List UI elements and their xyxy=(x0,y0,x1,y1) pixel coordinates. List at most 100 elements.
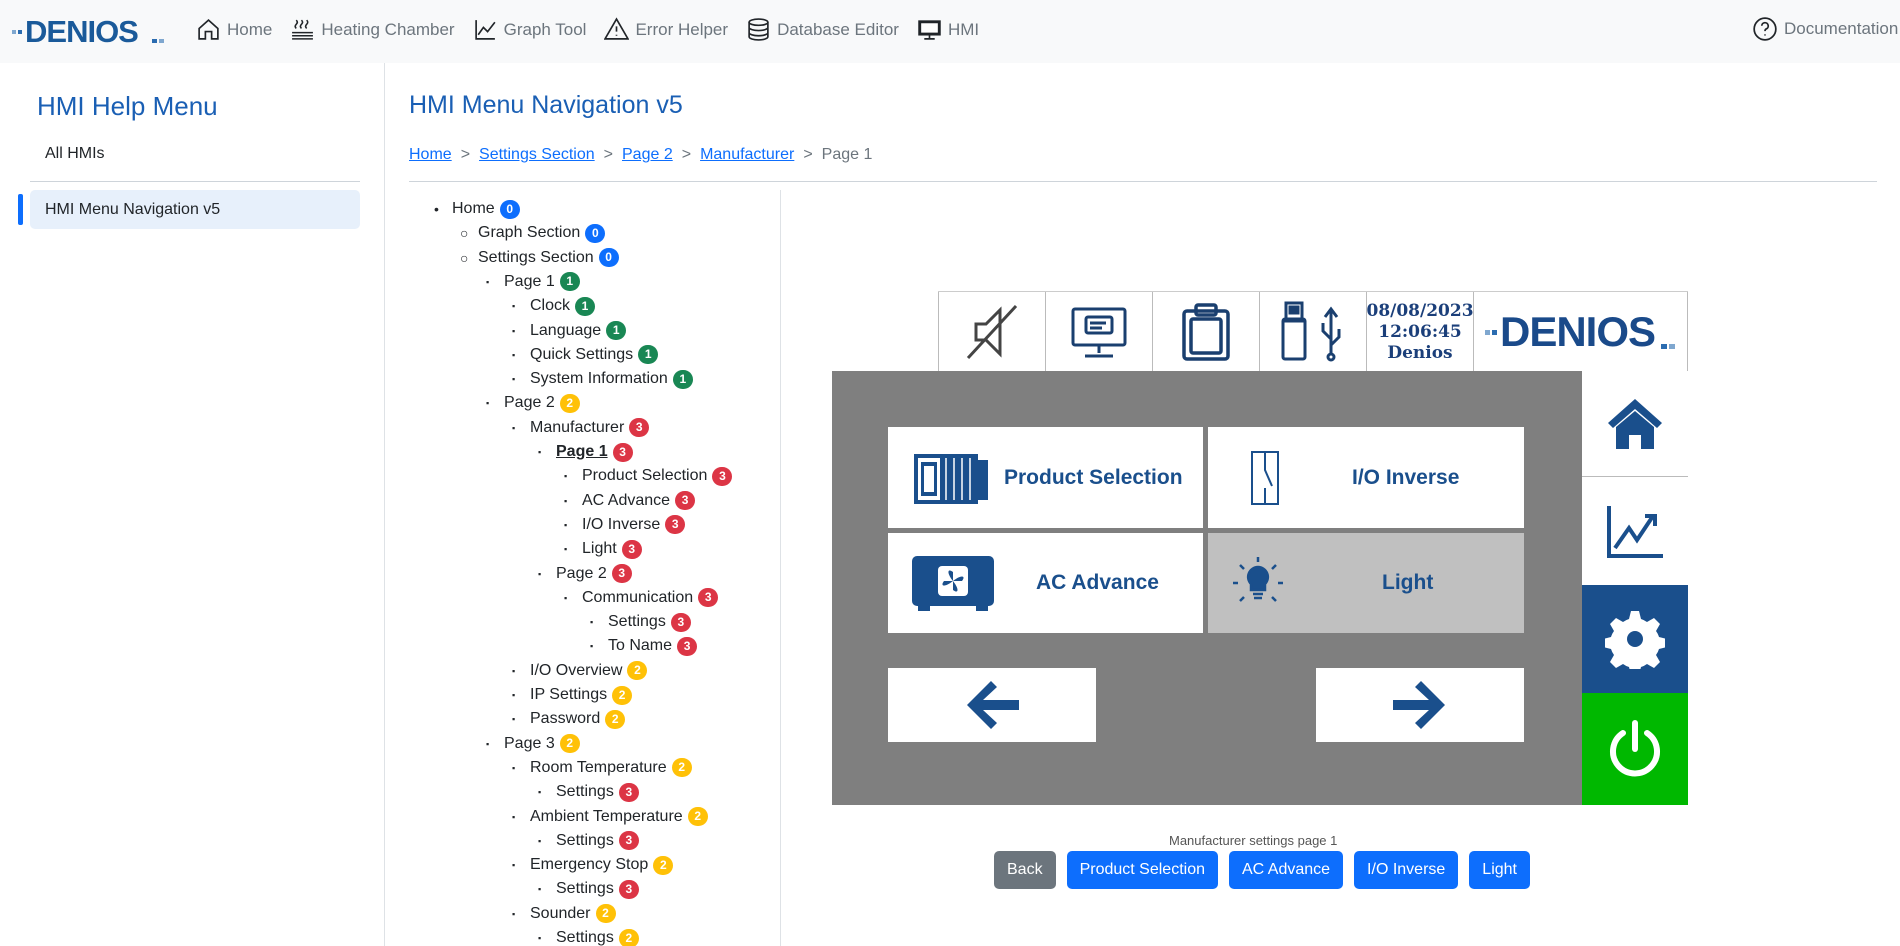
tree-item[interactable]: • Home 0 xyxy=(434,198,520,220)
tree-item[interactable]: ○ Graph Section 0 xyxy=(460,222,606,244)
tree-item[interactable]: ▪ Communication 3 xyxy=(564,587,719,609)
chart-trend-icon xyxy=(1607,506,1663,558)
tree-bullet: ▪ xyxy=(512,690,516,700)
sidebar-item-hmi-menu-navigation[interactable]: HMI Menu Navigation v5 xyxy=(30,190,360,229)
tree-bullet: ▪ xyxy=(564,544,568,555)
tree-item[interactable]: ▪ To Name 3 xyxy=(590,635,698,657)
tree-item-label: Language xyxy=(530,321,602,339)
tree-item-label: Page 1 xyxy=(556,443,608,460)
tree-item-label: Password xyxy=(530,710,601,728)
hmi-tile-light[interactable]: Light xyxy=(1208,533,1524,633)
tree-item[interactable]: ▪ Room Temperature 2 xyxy=(512,757,692,779)
nav-home-label: Home xyxy=(227,19,273,39)
io-inverse-button[interactable]: I/O Inverse xyxy=(1354,851,1459,889)
hmi-monitor-button[interactable] xyxy=(1045,292,1152,372)
tree-item[interactable]: ▪ Page 11 xyxy=(486,271,580,293)
tree-item[interactable]: ▪ IP Settings 2 xyxy=(512,684,633,706)
tree-item-badge: 2 xyxy=(671,758,692,778)
tree-item[interactable]: ▪ Clock 1 xyxy=(512,295,596,317)
tree-item-label: Emergency Stop xyxy=(530,856,649,874)
tree-item[interactable]: ▪ I/O Inverse 3 xyxy=(564,514,686,536)
tree-bullet: ▪ xyxy=(512,374,516,385)
hmi-clipboard-button[interactable] xyxy=(1152,292,1259,372)
hmi-tile-io-inverse-label: I/O Inverse xyxy=(1352,465,1460,489)
tree-item[interactable]: ▪ Page 22 xyxy=(486,392,580,414)
tree-item[interactable]: ▪ Settings 3 xyxy=(538,878,639,900)
ac-advance-button[interactable]: AC Advance xyxy=(1228,851,1344,889)
tree-item-label: Settings Section xyxy=(478,248,594,266)
documentation-link[interactable]: Documentation xyxy=(1752,16,1900,42)
nav-hmi[interactable]: HMI xyxy=(917,17,979,42)
tree-item-badge: 2 xyxy=(612,685,633,705)
light-button[interactable]: Light xyxy=(1469,851,1530,889)
hmi-mute-button[interactable] xyxy=(938,292,1045,372)
hmi-date: 08/08/2023 xyxy=(1366,300,1474,321)
tree-item[interactable]: ▪ Sounder 2 xyxy=(512,903,616,925)
tree-item[interactable]: ▪ Page 13 xyxy=(538,441,633,463)
tree-item-badge: 1 xyxy=(672,369,693,389)
hmi-side-graph-button[interactable] xyxy=(1582,477,1688,585)
tree-item[interactable]: ▪ Quick Settings 1 xyxy=(512,344,659,366)
tree-item-label: To Name xyxy=(608,637,673,655)
tree-item[interactable]: ▪ Language 1 xyxy=(512,320,627,342)
tree-item-badge: 1 xyxy=(606,321,627,340)
tree-bullet: ▪ xyxy=(512,714,516,725)
hmi-side-power-button[interactable] xyxy=(1582,693,1688,805)
tree-item[interactable]: ▪ Product Selection 3 xyxy=(564,465,733,487)
tree-bullet: ▪ xyxy=(512,325,516,336)
nav-database-editor[interactable]: Database Editor xyxy=(746,17,899,42)
nav-heating-chamber[interactable]: Heating Chamber xyxy=(290,17,455,42)
nav-error-helper[interactable]: Error Helper xyxy=(604,17,728,42)
tree-item-label: Room Temperature xyxy=(530,758,667,776)
tree-item[interactable]: ▪ Light 3 xyxy=(564,538,642,560)
hmi-usb-button[interactable] xyxy=(1259,292,1366,372)
tree-item[interactable]: ▪ Settings 3 xyxy=(538,830,639,852)
tree-item-badge: 3 xyxy=(618,879,639,899)
nav-home[interactable]: Home xyxy=(196,17,272,42)
tree-item[interactable]: ▪ I/O Overview 2 xyxy=(512,660,648,682)
hmi-side-settings-button[interactable] xyxy=(1582,585,1688,693)
denios-logo[interactable]: DENIOS xyxy=(12,13,167,47)
monitor-display-icon xyxy=(1071,307,1127,358)
tree-item[interactable]: ▪ Settings 2 xyxy=(538,927,639,946)
tree-item-label: Ambient Temperature xyxy=(530,807,683,825)
hmi-tile-io-inverse[interactable]: I/O Inverse xyxy=(1208,427,1524,528)
hmi-screen: 08/08/2023 12:06:45 Denios DENIOS Produc… xyxy=(832,291,1688,805)
breadcrumb-manufacturer[interactable]: Manufacturer xyxy=(700,146,794,164)
hmi-side-home-button[interactable] xyxy=(1582,371,1688,477)
tree-item[interactable]: ▪ AC Advance 3 xyxy=(564,490,696,512)
nav-graph-tool[interactable]: Graph Tool xyxy=(473,17,586,42)
tree-item[interactable]: ▪ Settings 3 xyxy=(590,611,691,633)
back-button[interactable]: Back xyxy=(994,851,1056,889)
documentation-label: Documentation xyxy=(1784,19,1899,38)
tree-item[interactable]: ▪ Emergency Stop 2 xyxy=(512,854,674,876)
tree-item-badge: 2 xyxy=(605,709,626,729)
tree-item[interactable]: ▪ Settings 3 xyxy=(538,781,639,803)
tree-item-badge: 0 xyxy=(499,199,520,219)
tree-item[interactable]: ▪ Manufacturer 3 xyxy=(512,417,650,439)
tree-item[interactable]: ○ Settings Section 0 xyxy=(460,247,619,269)
tree-item[interactable]: ▪ Ambient Temperature 2 xyxy=(512,806,708,828)
nav-error-label: Error Helper xyxy=(635,19,729,39)
product-selection-button[interactable]: Product Selection xyxy=(1066,851,1218,889)
hmi-tile-ac-advance[interactable]: AC Advance xyxy=(888,533,1203,633)
database-icon xyxy=(748,18,769,41)
tree-item[interactable]: ▪ Page 32 xyxy=(486,733,580,755)
chart-line-icon xyxy=(474,20,496,40)
hmi-next-arrow-button[interactable] xyxy=(1316,668,1524,742)
tree-item-badge: 3 xyxy=(611,564,632,583)
tree-item[interactable]: ▪ Password 2 xyxy=(512,708,626,730)
breadcrumb: Home > Settings Section > Page 2 > Manuf… xyxy=(409,146,872,164)
sidebar-item-all-hmis[interactable]: All HMIs xyxy=(45,145,105,163)
tree-item[interactable]: ▪ Page 23 xyxy=(538,563,632,585)
tree-bullet: ▪ xyxy=(590,617,594,628)
tree-bullet: ▪ xyxy=(564,471,568,482)
breadcrumb-settings-section[interactable]: Settings Section xyxy=(479,146,595,164)
hmi-back-arrow-button[interactable] xyxy=(888,668,1096,742)
tree-bullet: • xyxy=(434,201,439,217)
tree-item[interactable]: ▪ System Information 1 xyxy=(512,368,693,390)
hmi-tile-product-selection[interactable]: Product Selection xyxy=(888,427,1203,528)
breadcrumb-home[interactable]: Home xyxy=(409,146,452,164)
breadcrumb-page-2[interactable]: Page 2 xyxy=(622,146,673,164)
tree-item-badge: 2 xyxy=(595,904,616,924)
